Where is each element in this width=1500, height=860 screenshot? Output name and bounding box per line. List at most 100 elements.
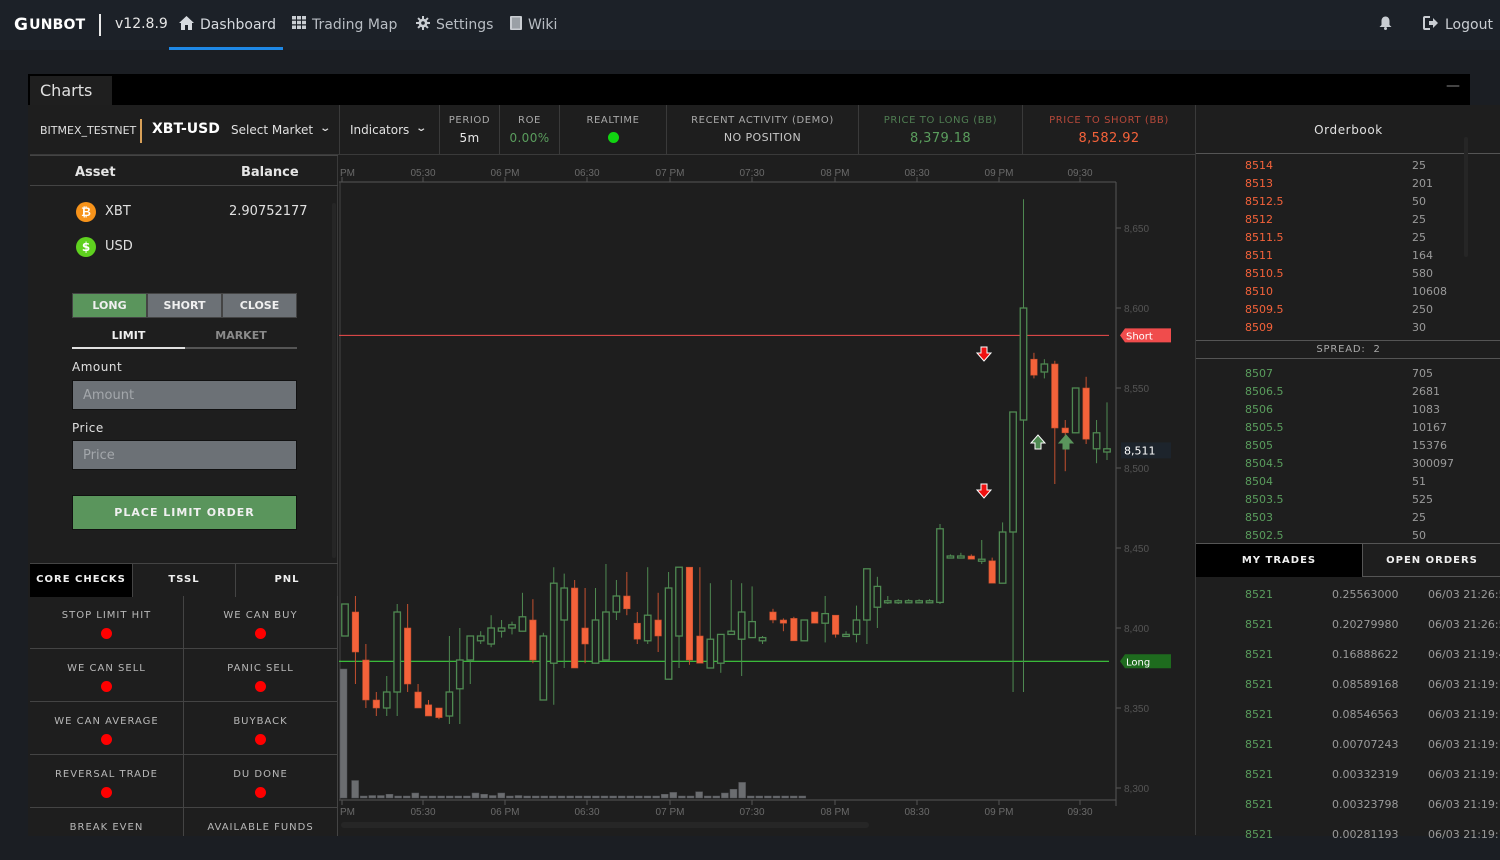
gunbot-logo[interactable]: G UNBOT bbox=[14, 15, 85, 35]
candle-body-up bbox=[842, 633, 850, 638]
candle-body-down bbox=[372, 699, 380, 709]
close-button[interactable]: CLOSE bbox=[222, 293, 297, 318]
trade-time: 06/03 21:26:55 bbox=[1428, 618, 1500, 631]
candle-body-down bbox=[769, 611, 777, 621]
orderbook-bid-row[interactable]: 8504 51 bbox=[1196, 475, 1500, 493]
candle-body-down bbox=[779, 619, 787, 624]
nav-settings-label: Settings bbox=[436, 17, 494, 33]
price-label: Price bbox=[72, 421, 104, 435]
volume-bar bbox=[635, 795, 643, 799]
orderbook-ask-row[interactable]: 8510.5 580 bbox=[1196, 267, 1500, 285]
orderbook-bid-row[interactable]: 8503 25 bbox=[1196, 511, 1500, 529]
candle-body-up bbox=[873, 585, 882, 608]
orderbook-bid-row[interactable]: 8507 705 bbox=[1196, 367, 1500, 385]
short-tag-label: Short bbox=[1126, 331, 1153, 342]
checks-tabs: CORE CHECKS TSSL PNL bbox=[30, 563, 338, 597]
indicators-dropdown[interactable]: Indicators ⌄ bbox=[350, 123, 428, 137]
orderbook-ask-row[interactable]: 8510 10608 bbox=[1196, 285, 1500, 303]
x-tick-label-top: 07 PM bbox=[656, 168, 685, 179]
volume-bar bbox=[609, 795, 617, 799]
logo-mark-icon: G bbox=[14, 15, 29, 35]
price-input[interactable] bbox=[72, 440, 297, 470]
volume-bar bbox=[557, 795, 566, 799]
check-label: BUYBACK bbox=[233, 716, 288, 727]
trade-price: 8521 bbox=[1245, 648, 1273, 661]
orderbook-ask-row[interactable]: 8511.5 25 bbox=[1196, 231, 1500, 249]
trade-time: 06/03 21:19:13 bbox=[1428, 828, 1500, 841]
orderbook-ask-row[interactable]: 8512 25 bbox=[1196, 213, 1500, 231]
volume-bar bbox=[660, 794, 669, 799]
orderbook-bid-row[interactable]: 8504.5 300097 bbox=[1196, 457, 1500, 475]
tab-market[interactable]: MARKET bbox=[185, 325, 297, 349]
tab-my-trades[interactable]: MY TRADES bbox=[1196, 544, 1362, 577]
logout-button[interactable]: Logout bbox=[1423, 16, 1493, 34]
orderbook-bid-row[interactable]: 8505 15376 bbox=[1196, 439, 1500, 457]
candle-body-up bbox=[612, 595, 621, 613]
charts-tab[interactable]: Charts bbox=[30, 76, 112, 105]
bid-price: 8506.5 bbox=[1245, 385, 1284, 398]
orderbook-ask-row[interactable]: 8513 201 bbox=[1196, 177, 1500, 195]
orderbook-ask-row[interactable]: 8511 164 bbox=[1196, 249, 1500, 267]
price-chart[interactable]: PM PM 05:30 05:30 06 PM 06 PM 06:30 06:30 07 PM 0… bbox=[339, 155, 1195, 835]
candlestick-chart[interactable]: PM PM 05:30 05:30 06 PM 06 PM 06:30 06:30 07 PM 0… bbox=[339, 155, 1195, 835]
orderbook-ask-row[interactable]: 8509 30 bbox=[1196, 321, 1500, 339]
ask-quantity: 25 bbox=[1412, 213, 1426, 226]
orderbook-bid-row[interactable]: 8505.5 10167 bbox=[1196, 421, 1500, 439]
orderbook-bid-row[interactable]: 8506.5 2681 bbox=[1196, 385, 1500, 403]
tab-limit[interactable]: LIMIT bbox=[72, 325, 185, 349]
orderbook-scrollbar[interactable] bbox=[1464, 137, 1468, 257]
orderbook-bid-row[interactable]: 8503.5 525 bbox=[1196, 493, 1500, 511]
trade-row: 8521 0.20279980 06/03 21:26:55 bbox=[1196, 618, 1500, 636]
candle-body-up bbox=[602, 611, 610, 661]
chevron-down-icon: ⌄ bbox=[415, 123, 428, 134]
orderbook-ask-row[interactable]: 8514 25 bbox=[1196, 159, 1500, 177]
orderbook-ask-row[interactable]: 8512.5 50 bbox=[1196, 195, 1500, 213]
chart-toolbar: BITMEX_TESTNET XBT-USD Select Market ⌄ I… bbox=[30, 105, 1195, 155]
candle-body-down bbox=[404, 627, 412, 685]
x-tick-label-top: PM bbox=[340, 168, 355, 179]
nav-dashboard[interactable]: Dashboard bbox=[179, 16, 276, 34]
place-limit-order-button[interactable]: PLACE LIMIT ORDER bbox=[72, 495, 297, 530]
check-label: REVERSAL TRADE bbox=[54, 769, 158, 780]
volume-bar bbox=[755, 795, 764, 799]
x-tick-label-bottom: PM bbox=[340, 807, 355, 818]
x-tick-label-bottom: 09:30 bbox=[1067, 807, 1092, 818]
tab-tssl[interactable]: TSSL bbox=[133, 564, 236, 597]
recent-activity-value: NO POSITION bbox=[723, 131, 802, 144]
panel-header: Charts — bbox=[28, 74, 1470, 105]
trade-amount: 0.00332319 bbox=[1332, 768, 1399, 781]
chart-horizontal-scrollbar bbox=[341, 822, 869, 828]
nav-settings[interactable]: Settings bbox=[416, 16, 493, 34]
tab-core-checks[interactable]: CORE CHECKS bbox=[30, 564, 133, 597]
candle-body-up bbox=[883, 600, 892, 604]
volume-bar bbox=[428, 795, 437, 799]
x-tick-label-top: 09 PM bbox=[985, 168, 1014, 179]
current-price-label: 8,511 bbox=[1124, 444, 1156, 457]
notifications-button[interactable] bbox=[1379, 16, 1392, 34]
volume-bar bbox=[686, 795, 695, 799]
amount-input[interactable] bbox=[72, 380, 297, 410]
minimize-button[interactable]: — bbox=[1446, 78, 1460, 94]
nav-trading-map[interactable]: Trading Map bbox=[292, 16, 397, 33]
volume-bar bbox=[411, 792, 420, 799]
y-tick-label: 8,400 bbox=[1124, 624, 1149, 635]
candle-body-up bbox=[800, 619, 809, 642]
trade-row: 8521 0.00281193 06/03 21:19:13 bbox=[1196, 828, 1500, 846]
orderbook-ask-row[interactable]: 8509.5 250 bbox=[1196, 303, 1500, 321]
volume-bar bbox=[471, 792, 480, 799]
nav-wiki[interactable]: Wiki bbox=[510, 16, 557, 34]
tab-pnl[interactable]: PNL bbox=[236, 564, 338, 597]
nav-active-indicator bbox=[169, 47, 283, 50]
version-label: v12.8.9 bbox=[115, 16, 168, 32]
volume-bar bbox=[437, 795, 445, 799]
long-button[interactable]: LONG bbox=[72, 293, 147, 318]
select-market-dropdown[interactable]: Select Market ⌄ bbox=[231, 123, 331, 137]
spread-label: SPREAD: bbox=[1316, 344, 1366, 355]
tab-open-orders[interactable]: OPEN ORDERS bbox=[1362, 544, 1500, 577]
trade-price: 8521 bbox=[1245, 678, 1273, 691]
orderbook-bid-row[interactable]: 8506 1083 bbox=[1196, 403, 1500, 421]
short-button[interactable]: SHORT bbox=[147, 293, 222, 318]
balance-row: $ USD bbox=[30, 237, 338, 261]
sidebar-scrollbar[interactable] bbox=[332, 203, 336, 558]
logout-icon bbox=[1423, 16, 1439, 34]
